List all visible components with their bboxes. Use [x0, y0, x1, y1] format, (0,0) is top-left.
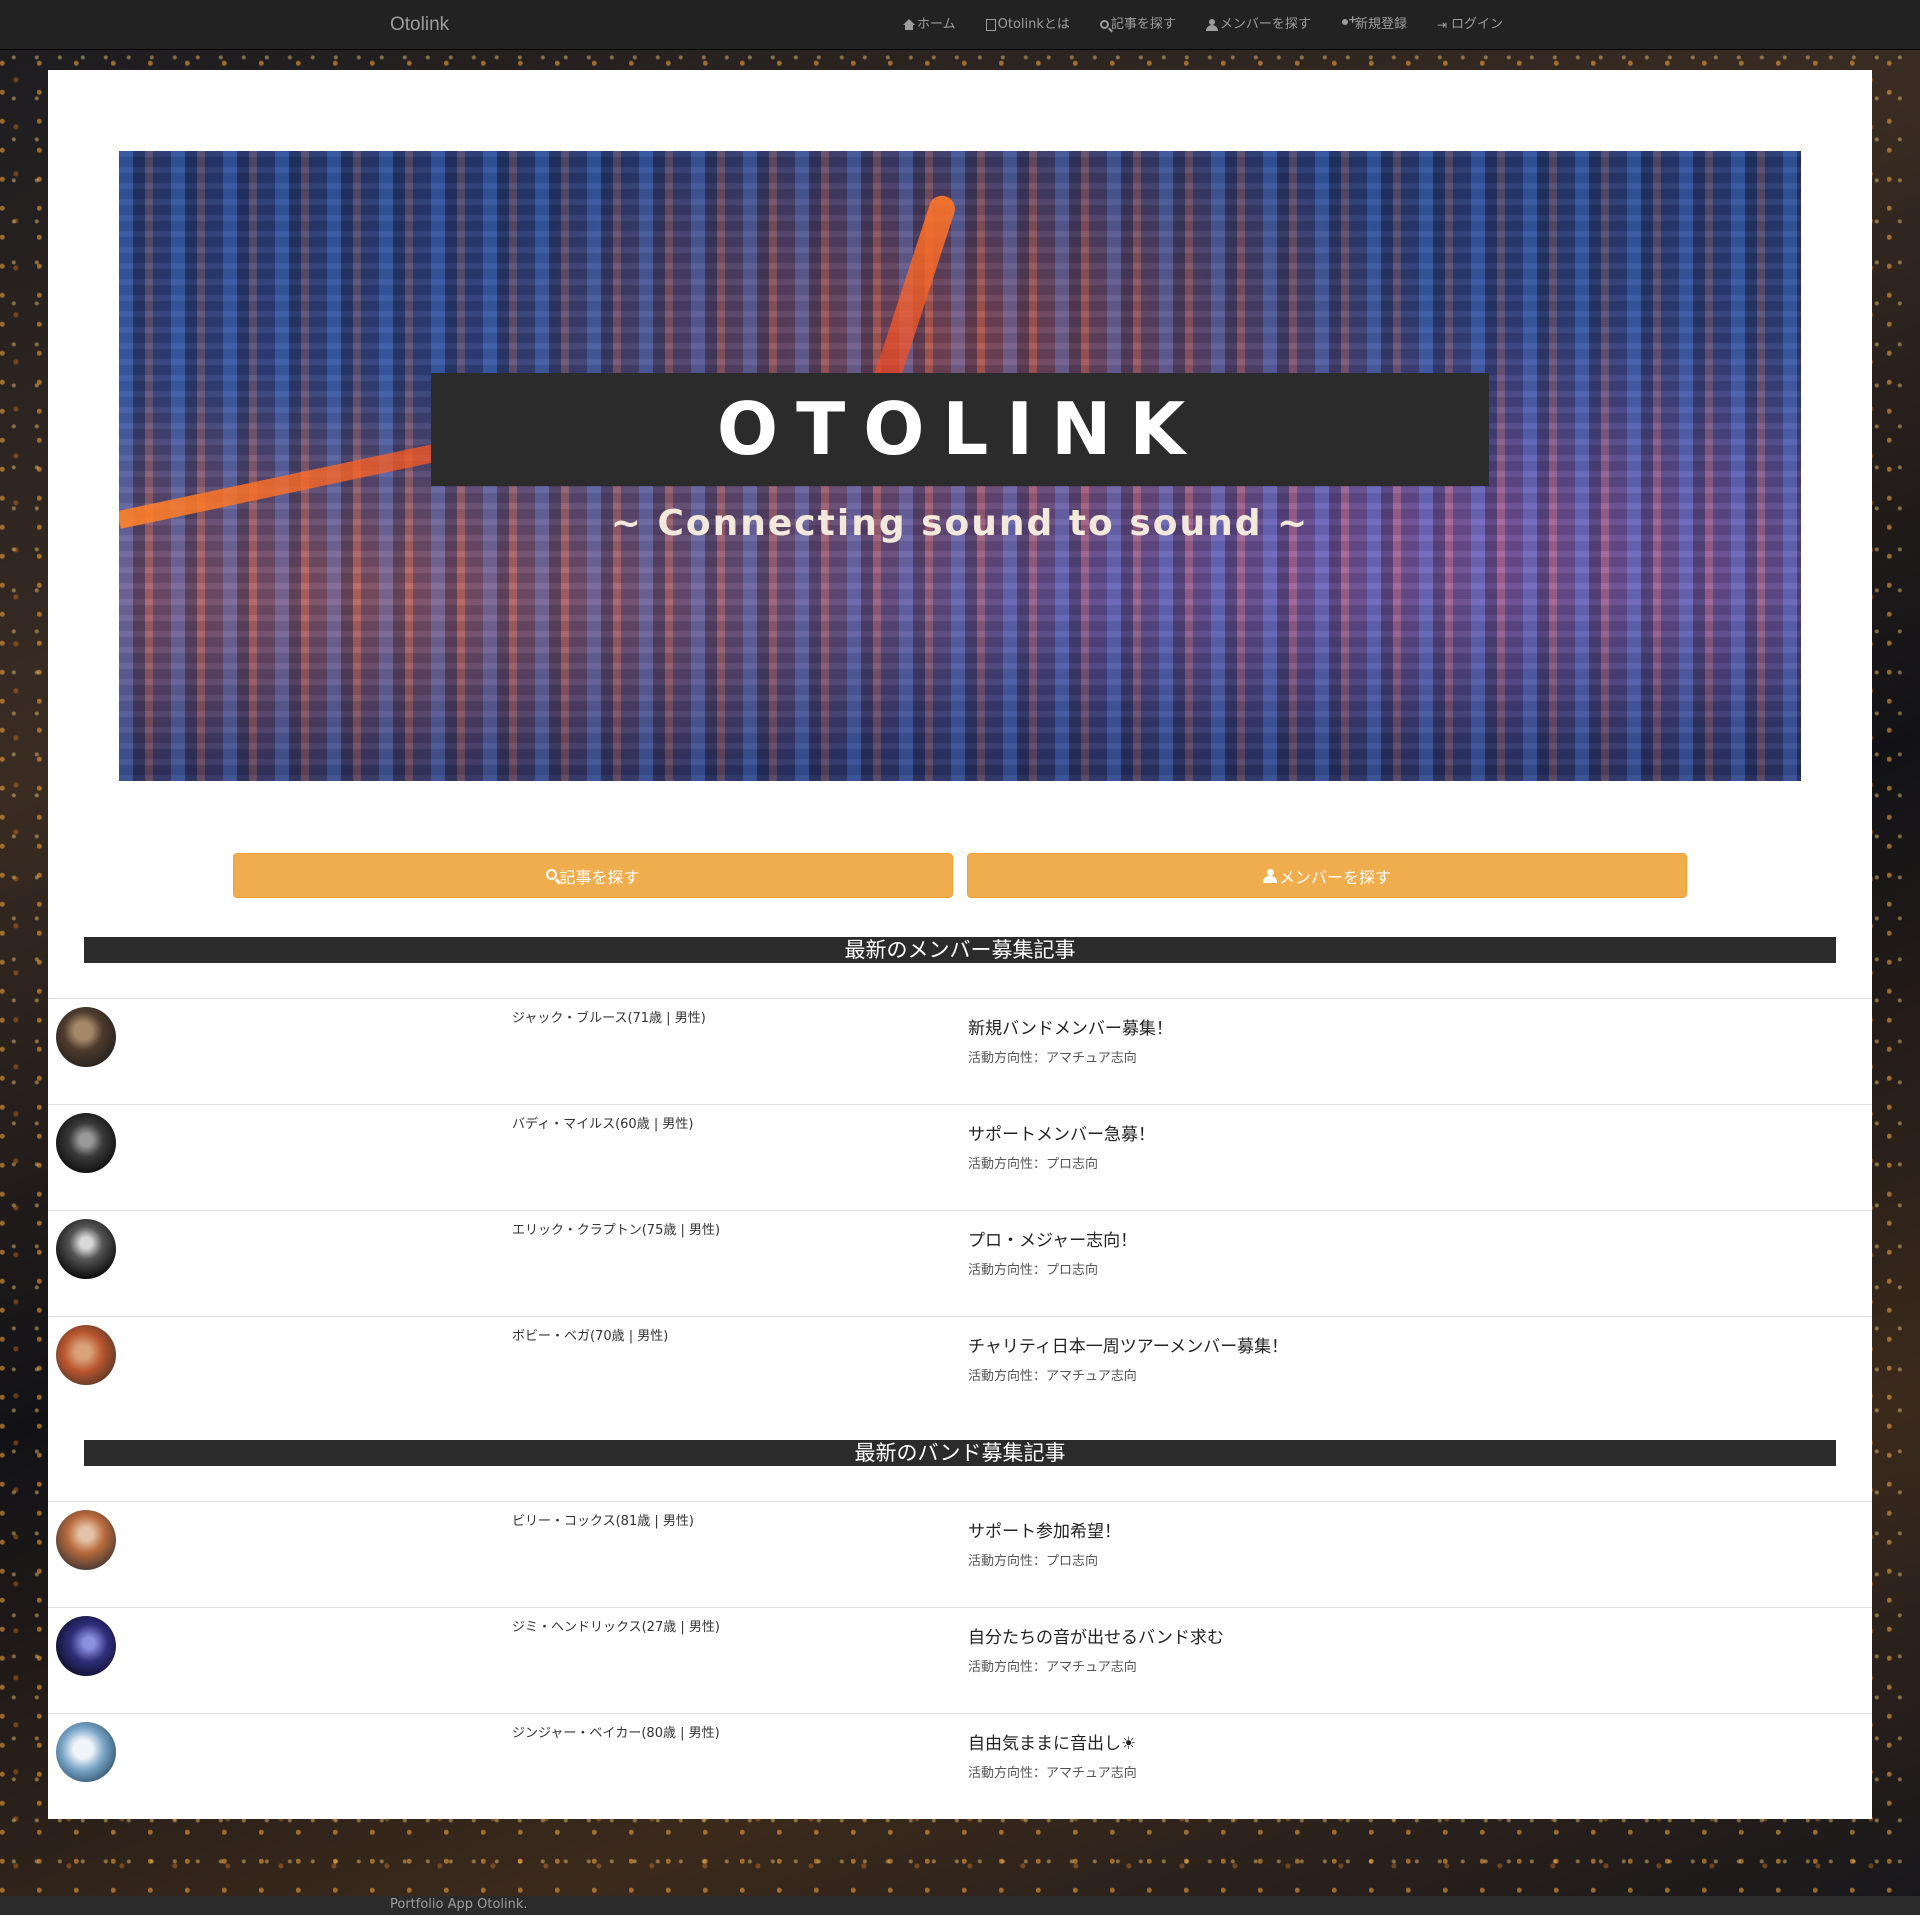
post-direction: 活動方向性：プロ志向 — [968, 1554, 1099, 1569]
avatar — [56, 1113, 116, 1173]
nav-search-members[interactable]: メンバーを探す — [1205, 0, 1326, 50]
nav-search-articles-label: 記事を探す — [1110, 17, 1176, 32]
band-section-heading: 最新のバンド募集記事 — [84, 1440, 1836, 1466]
nav-signup[interactable]: 新規登録 — [1341, 0, 1422, 50]
avatar — [56, 1616, 116, 1676]
footer: Portfolio App Otolink. — [0, 1896, 1920, 1915]
hero-subtitle: ~ Connecting sound to sound ~ — [610, 503, 1310, 544]
nav-menu: ホーム Otolinkとは 記事を探す メンバーを探す 新規登録 ログイン — [903, 0, 1533, 50]
post-title[interactable]: チャリティ日本一周ツアーメンバー募集！ — [968, 1332, 1288, 1357]
hero-title: OTOLINK — [716, 387, 1204, 471]
main-panel: OTOLINK ~ Connecting sound to sound ~ 記事… — [48, 70, 1872, 1819]
post-author[interactable]: ジミ・ヘンドリックス(27歳 | 男性) — [512, 1616, 720, 1635]
search-members-button[interactable]: メンバーを探す — [967, 853, 1687, 898]
users-icon — [1205, 19, 1218, 31]
brand-link[interactable]: Otolink — [390, 0, 449, 50]
post-direction: 活動方向性：アマチュア志向 — [968, 1660, 1137, 1675]
post-author[interactable]: エリック・クラプトン(75歳 | 男性) — [512, 1219, 720, 1238]
post-direction: 活動方向性：アマチュア志向 — [968, 1766, 1137, 1781]
login-icon — [1437, 0, 1449, 50]
post-author[interactable]: ボビー・ベガ(70歳 | 男性) — [512, 1325, 668, 1344]
post-author[interactable]: ジャック・ブルース(71歳 | 男性) — [512, 1007, 706, 1026]
nav-login-label: ログイン — [1450, 17, 1503, 32]
avatar — [56, 1510, 116, 1570]
avatar — [56, 1219, 116, 1279]
search-articles-label: 記事を探す — [559, 867, 640, 887]
nav-search-articles[interactable]: 記事を探す — [1099, 0, 1191, 50]
add-user-icon — [1341, 14, 1357, 31]
list-item[interactable]: ボビー・ベガ(70歳 | 男性) チャリティ日本一周ツアーメンバー募集！ 活動方… — [48, 1316, 1872, 1422]
list-item[interactable]: バディ・マイルス(60歳 | 男性) サポートメンバー急募！ 活動方向性：プロ志… — [48, 1104, 1872, 1210]
search-articles-button[interactable]: 記事を探す — [233, 853, 953, 898]
nav-about-label: Otolinkとは — [997, 17, 1070, 32]
file-icon — [985, 19, 996, 31]
post-author[interactable]: バディ・マイルス(60歳 | 男性) — [512, 1113, 693, 1132]
post-title[interactable]: 自分たちの音が出せるバンド求む — [968, 1623, 1224, 1648]
post-author[interactable]: ビリー・コックス(81歳 | 男性) — [512, 1510, 694, 1529]
hero-banner: OTOLINK ~ Connecting sound to sound ~ — [119, 151, 1801, 781]
nav-home[interactable]: ホーム — [903, 0, 971, 50]
list-item[interactable]: エリック・クラプトン(75歳 | 男性) プロ・メジャー志向！ 活動方向性：プロ… — [48, 1210, 1872, 1316]
nav-login[interactable]: ログイン — [1437, 0, 1518, 50]
avatar — [56, 1325, 116, 1385]
post-title[interactable]: プロ・メジャー志向！ — [968, 1226, 1137, 1251]
home-icon — [903, 19, 915, 31]
post-direction: 活動方向性：アマチュア志向 — [968, 1051, 1137, 1066]
nav-home-label: ホーム — [917, 17, 956, 32]
post-title[interactable]: サポートメンバー急募！ — [968, 1120, 1155, 1145]
nav-signup-label: 新規登録 — [1354, 17, 1407, 32]
list-item[interactable]: ビリー・コックス(81歳 | 男性) サポート参加希望！ 活動方向性：プロ志向 — [48, 1501, 1872, 1607]
post-direction: 活動方向性：プロ志向 — [968, 1157, 1099, 1172]
list-item[interactable]: ジンジャー・ベイカー(80歳 | 男性) 自由気ままに音出し☀ 活動方向性：アマ… — [48, 1713, 1872, 1819]
post-title[interactable]: 自由気ままに音出し☀ — [968, 1729, 1136, 1754]
post-title[interactable]: 新規バンドメンバー募集！ — [968, 1014, 1173, 1039]
users-icon — [1262, 868, 1277, 883]
post-title[interactable]: サポート参加希望！ — [968, 1517, 1121, 1542]
hero-title-box: OTOLINK — [431, 373, 1489, 486]
nav-about[interactable]: Otolinkとは — [985, 0, 1085, 50]
search-members-label: メンバーを探す — [1278, 867, 1391, 887]
post-direction: 活動方向性：アマチュア志向 — [968, 1369, 1137, 1384]
search-icon — [546, 869, 558, 880]
footer-text: Portfolio App Otolink. — [390, 1897, 528, 1912]
member-section-heading: 最新のメンバー募集記事 — [84, 937, 1836, 963]
post-author[interactable]: ジンジャー・ベイカー(80歳 | 男性) — [512, 1722, 720, 1741]
post-direction: 活動方向性：プロ志向 — [968, 1263, 1099, 1278]
list-item[interactable]: ジミ・ヘンドリックス(27歳 | 男性) 自分たちの音が出せるバンド求む 活動方… — [48, 1607, 1872, 1713]
top-navbar: Otolink ホーム Otolinkとは 記事を探す メンバーを探す 新規登録… — [0, 0, 1920, 50]
avatar — [56, 1722, 116, 1782]
avatar — [56, 1007, 116, 1067]
search-icon — [1099, 19, 1109, 29]
nav-search-members-label: メンバーを探す — [1219, 17, 1311, 32]
list-item[interactable]: ジャック・ブルース(71歳 | 男性) 新規バンドメンバー募集！ 活動方向性：ア… — [48, 998, 1872, 1104]
